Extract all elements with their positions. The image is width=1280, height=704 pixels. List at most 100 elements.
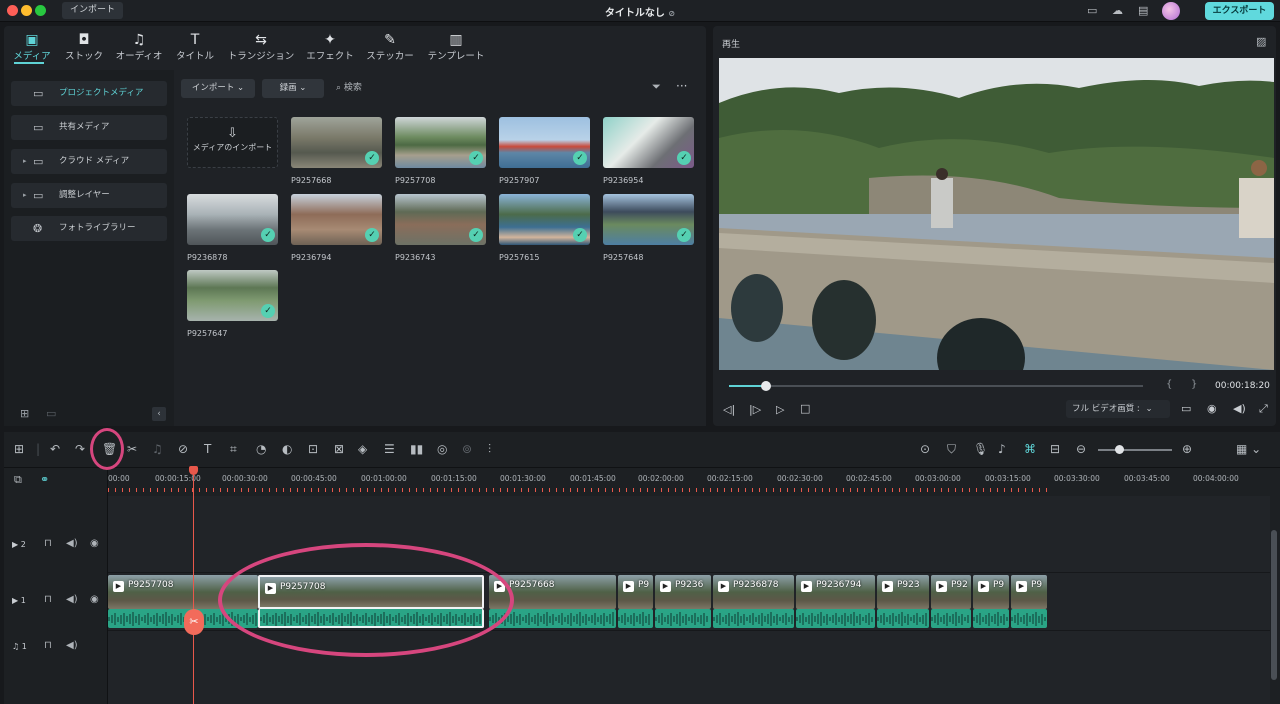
media-thumbnail[interactable]: ✓	[187, 270, 278, 321]
cloud-upload-icon[interactable]: ☁	[1112, 4, 1123, 17]
tag-icon[interactable]: ⊘	[178, 442, 188, 456]
search-field[interactable]: ⌕ 検索	[336, 80, 362, 93]
music-note-icon[interactable]: ♪	[998, 442, 1006, 456]
speed-icon[interactable]: ◔	[256, 442, 266, 456]
sidebar-item-project-media[interactable]: ▭ プロジェクトメディア	[11, 81, 167, 106]
chevron-right-icon[interactable]: ▸	[23, 183, 27, 208]
media-thumbnail[interactable]: ✓	[395, 194, 486, 245]
new-folder-icon[interactable]: ⊞	[20, 407, 29, 420]
tab-media[interactable]: ▣ メディア	[4, 32, 60, 62]
stop-icon[interactable]: □	[800, 402, 810, 415]
marker-icon[interactable]: ⛉	[947, 442, 956, 457]
media-thumbnail[interactable]: ✓	[499, 194, 590, 245]
fit-icon[interactable]: ⊟	[1050, 442, 1060, 456]
quality-dropdown[interactable]: フル ビデオ画質 : ⌄	[1066, 400, 1170, 418]
timeline-clip[interactable]: ▶ P923	[877, 575, 929, 609]
mark-in-icon[interactable]: {	[1166, 379, 1172, 390]
stabilize-icon[interactable]: ⊠	[334, 442, 344, 456]
step-forward-icon[interactable]: |▷	[749, 403, 761, 416]
record-dropdown[interactable]: 録画 ⌄	[262, 79, 324, 98]
timeline-clip[interactable]: ▶ P9	[618, 575, 653, 609]
notification-icon[interactable]: ▤	[1138, 4, 1148, 17]
audio-waveform[interactable]	[1011, 609, 1047, 628]
sidebar-item-adjustment-layer[interactable]: ▸ ▭ 調整レイヤー	[11, 183, 167, 208]
timeline-scrollbar[interactable]	[1271, 530, 1277, 680]
import-button[interactable]: インポート	[62, 2, 123, 19]
audio-waveform[interactable]	[713, 609, 794, 628]
mask-icon[interactable]: ⊡	[308, 442, 318, 456]
timeline-clip[interactable]: ▶ P9	[973, 575, 1009, 609]
media-thumbnail[interactable]: ✓	[291, 117, 382, 168]
audio-waveform[interactable]	[973, 609, 1009, 628]
link-icon[interactable]: ⚭	[40, 473, 49, 486]
tab-effect[interactable]: ✦ エフェクト	[302, 32, 358, 62]
sidebar-item-cloud-media[interactable]: ▸ ▭ クラウド メディア	[11, 149, 167, 174]
timeline-clip[interactable]: ▶ P9	[1011, 575, 1047, 609]
timeline-playhead[interactable]	[193, 466, 194, 704]
add-track-icon[interactable]: ⧉	[14, 473, 22, 487]
snap-icon[interactable]: ⌘	[1024, 442, 1036, 456]
audio-waveform[interactable]	[931, 609, 971, 628]
fullscreen-icon[interactable]: ⤢	[1259, 402, 1268, 416]
zoom-window-button[interactable]	[35, 5, 46, 16]
media-thumbnail[interactable]: ✓	[187, 194, 278, 245]
media-thumbnail[interactable]: ✓	[603, 117, 694, 168]
timeline-clip[interactable]: ▶ P9236	[655, 575, 711, 609]
eye-icon[interactable]: ◉	[90, 594, 99, 605]
speaker-icon[interactable]: ◀)	[66, 538, 78, 549]
snapshot-icon[interactable]: ◉	[1207, 402, 1217, 415]
more-icon[interactable]: ···	[676, 79, 687, 93]
tts-icon[interactable]: ⊚	[462, 442, 472, 456]
scope-icon[interactable]: ▨	[1256, 35, 1266, 48]
project-title[interactable]: タイトルなし ⊘	[560, 4, 720, 19]
split-icon[interactable]: ✂	[127, 442, 137, 456]
text-icon[interactable]: T	[204, 442, 211, 456]
collapse-sidebar-button[interactable]: ‹	[152, 407, 166, 421]
crop-icon[interactable]: ⌗	[230, 442, 237, 457]
audio-detach-icon[interactable]: ♫	[152, 442, 163, 456]
lock-icon[interactable]: ⊓	[44, 640, 52, 651]
chevron-right-icon[interactable]: ▸	[23, 149, 27, 174]
sidebar-item-photo-library[interactable]: ❂ フォトライブラリー	[11, 216, 167, 241]
sidebar-item-shared-media[interactable]: ▭ 共有メディア	[11, 115, 167, 140]
zoom-out-icon[interactable]: ⊖	[1076, 442, 1086, 456]
speaker-icon[interactable]: ◀)	[66, 594, 78, 605]
avatar[interactable]	[1162, 2, 1180, 20]
media-thumbnail[interactable]: ✓	[499, 117, 590, 168]
scissors-icon[interactable]: ✂	[184, 609, 204, 635]
zoom-in-icon[interactable]: ⊕	[1182, 442, 1192, 456]
filter-icon[interactable]: ⏷	[652, 80, 661, 94]
audio-waveform[interactable]	[618, 609, 653, 628]
media-thumbnail[interactable]: ✓	[395, 117, 486, 168]
tab-stock[interactable]: ◘ ストック	[56, 32, 112, 62]
layout-grid-icon[interactable]: ⊞	[14, 442, 24, 456]
waveform-icon[interactable]: ⫶	[488, 442, 491, 457]
eye-icon[interactable]: ◉	[90, 538, 99, 549]
color-icon[interactable]: ◐	[282, 442, 292, 456]
timeline-clip[interactable]: ▶ P9236794	[796, 575, 875, 609]
minimize-window-button[interactable]	[21, 5, 32, 16]
render-icon[interactable]: ⊙	[920, 442, 930, 456]
microphone-icon[interactable]: 🎙︎	[973, 442, 988, 456]
audio-waveform[interactable]	[877, 609, 929, 628]
redo-icon[interactable]: ↷	[75, 442, 85, 456]
step-back-icon[interactable]: ◁|	[723, 403, 735, 416]
audio-waveform[interactable]	[655, 609, 711, 628]
folder-icon[interactable]: ▭	[46, 407, 56, 420]
ai-icon[interactable]: ◎	[437, 442, 447, 456]
display-icon[interactable]: ▭	[1181, 402, 1191, 415]
media-thumbnail[interactable]: ✓	[291, 194, 382, 245]
volume-icon[interactable]: ◀)	[1233, 402, 1246, 415]
adjust-icon[interactable]: ☰	[384, 442, 395, 456]
import-media-tile[interactable]: ⇩ メディアのインポート	[187, 117, 278, 168]
audio-waveform[interactable]	[796, 609, 875, 628]
layout-icon[interactable]: ▭	[1087, 4, 1097, 17]
close-window-button[interactable]	[7, 5, 18, 16]
media-thumbnail[interactable]: ✓	[603, 194, 694, 245]
lock-icon[interactable]: ⊓	[44, 538, 52, 549]
lock-icon[interactable]: ⊓	[44, 594, 52, 605]
play-icon[interactable]: ▷	[776, 403, 784, 416]
tab-transition[interactable]: ⇆ トランジション	[226, 32, 296, 62]
track-layout-icon[interactable]: ▦ ⌄	[1236, 442, 1261, 456]
export-button[interactable]: エクスポート	[1205, 2, 1274, 20]
